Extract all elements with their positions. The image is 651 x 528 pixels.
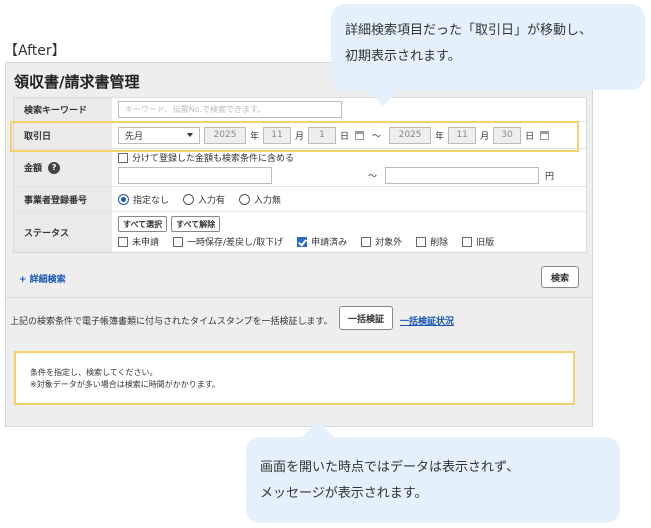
date-label: 取引日 [14, 122, 112, 148]
message-line2: ※対象データが多い場合は検索に時間がかかります。 [30, 380, 220, 389]
divider [5, 297, 591, 298]
status-option[interactable]: 旧版 [462, 235, 494, 248]
amount-label-cell: 金額 ? [14, 149, 112, 186]
registration-option-label: 指定なし [133, 195, 170, 206]
registration-label: 事業者登録番号 [14, 187, 112, 211]
callout-tail [300, 421, 336, 439]
amount-to-input[interactable] [385, 167, 540, 184]
year-unit: 年 [250, 131, 260, 142]
registration-option-label: 入力有 [198, 195, 226, 206]
radio[interactable] [239, 193, 251, 205]
bulk-verify-status-link[interactable]: 一括検証状況 [400, 314, 454, 327]
registration-option-absent[interactable]: 入力無 [239, 193, 281, 206]
registration-option-none[interactable]: 指定なし [118, 193, 169, 206]
year-unit: 年 [435, 131, 445, 142]
status-option[interactable]: 未申請 [118, 235, 159, 248]
status-row: ステータス すべて選択 すべて解除 未申請 一時保存/差戻し/取下げ 申請済み … [14, 212, 586, 252]
keyword-input[interactable]: キーワード、伝票No.で検索できます。 [118, 101, 342, 118]
yen-unit: 円 [545, 172, 555, 182]
bulk-verify-button[interactable]: 一括検証 [339, 306, 393, 330]
status-option[interactable]: 一時保存/差戻し/取下げ [173, 235, 283, 248]
amount-from-input[interactable] [118, 167, 272, 184]
search-button[interactable]: 検索 [541, 266, 579, 288]
day-unit: 日 [340, 131, 350, 142]
to-day-field[interactable]: 30 [493, 126, 522, 144]
advanced-search-link[interactable]: + 詳細検索 [19, 272, 66, 285]
status-option-label: 削除 [430, 238, 449, 248]
callout-date-moved: 詳細検索項目だった「取引日」が移動し、 初期表示されます。 [331, 4, 645, 106]
search-form: 検索キーワード キーワード、伝票No.で検索できます。 取引日 先月 2025 … [13, 97, 587, 253]
status-option[interactable]: 削除 [416, 235, 448, 248]
amount-label: 金額 [24, 164, 43, 174]
registration-row: 事業者登録番号 指定なし 入力有 入力無 [14, 187, 586, 212]
help-icon[interactable]: ? [48, 161, 61, 174]
status-label: ステータス [14, 212, 112, 252]
status-option-label: 対象外 [375, 238, 403, 248]
message-line1: 条件を指定し、検索してください。 [30, 368, 158, 377]
status-checkbox[interactable] [462, 236, 473, 247]
status-option[interactable]: 対象外 [361, 235, 402, 248]
status-checkbox[interactable] [173, 236, 184, 247]
select-all-button[interactable]: すべて選択 [118, 216, 168, 232]
clear-all-button[interactable]: すべて解除 [171, 216, 221, 232]
callout-top-line2: 初期表示されます。 [345, 49, 461, 64]
after-label: 【After】 [4, 43, 66, 59]
to-year-field[interactable]: 2025 [389, 126, 432, 144]
from-day-field[interactable]: 1 [308, 126, 337, 144]
month-unit: 月 [295, 131, 305, 142]
message-box: 条件を指定し、検索してください。 ※対象データが多い場合は検索に時間がかかります… [14, 351, 575, 405]
from-month-field[interactable]: 11 [263, 126, 292, 144]
date-tilde: ～ [372, 131, 382, 142]
month-unit: 月 [480, 131, 490, 142]
amount-row: 金額 ? 分けて登録した金額も検索条件に含める ～ 円 [14, 149, 586, 187]
status-checkbox[interactable] [416, 236, 427, 247]
status-checkbox[interactable] [118, 236, 128, 247]
period-select[interactable]: 先月 [118, 126, 200, 144]
status-option-label: 未申請 [132, 238, 160, 248]
split-amount-label: 分けて登録した金額も検索条件に含める [132, 154, 295, 164]
registration-option-label: 入力無 [254, 195, 282, 206]
status-option-label: 旧版 [476, 238, 495, 248]
registration-option-present[interactable]: 入力有 [183, 193, 225, 206]
status-checkbox[interactable] [361, 236, 372, 247]
status-option-label: 申請済み [311, 238, 348, 248]
page-title: 領収書/請求書管理 [14, 73, 140, 91]
date-row: 取引日 先月 2025 年 11 月 1 日 ～ 2025 年 11 月 30 … [14, 122, 586, 149]
period-select-value: 先月 [125, 131, 144, 142]
calendar-icon[interactable] [540, 130, 550, 140]
callout-bottom-line2: メッセージが表示されます。 [260, 486, 428, 501]
amount-tilde: ～ [368, 172, 378, 182]
calendar-icon[interactable] [355, 130, 365, 140]
to-month-field[interactable]: 11 [448, 126, 477, 144]
callout-top-line1: 詳細検索項目だった「取引日」が移動し、 [345, 23, 593, 38]
from-year-field[interactable]: 2025 [204, 126, 246, 144]
status-option[interactable]: 申請済み [297, 235, 347, 248]
callout-tail [365, 88, 401, 106]
keyword-row: 検索キーワード キーワード、伝票No.で検索できます。 [14, 98, 586, 122]
radio[interactable] [183, 193, 195, 205]
callout-bottom-line1: 画面を開いた時点ではデータは表示されず、 [260, 460, 520, 475]
split-amount-checkbox[interactable] [118, 152, 128, 163]
day-unit: 日 [525, 131, 535, 142]
keyword-label: 検索キーワード [14, 98, 112, 121]
callout-no-data: 画面を開いた時点ではデータは表示されず、 メッセージが表示されます。 [246, 421, 620, 523]
radio-selected[interactable] [118, 193, 129, 205]
chevron-down-icon [187, 133, 193, 137]
bulk-verify-text: 上記の検索条件で電子帳簿書類に付与されたタイムスタンプを一括検証します。 [10, 317, 333, 327]
status-option-label: 一時保存/差戻し/取下げ [187, 238, 284, 248]
status-checkbox-checked[interactable] [297, 236, 308, 247]
